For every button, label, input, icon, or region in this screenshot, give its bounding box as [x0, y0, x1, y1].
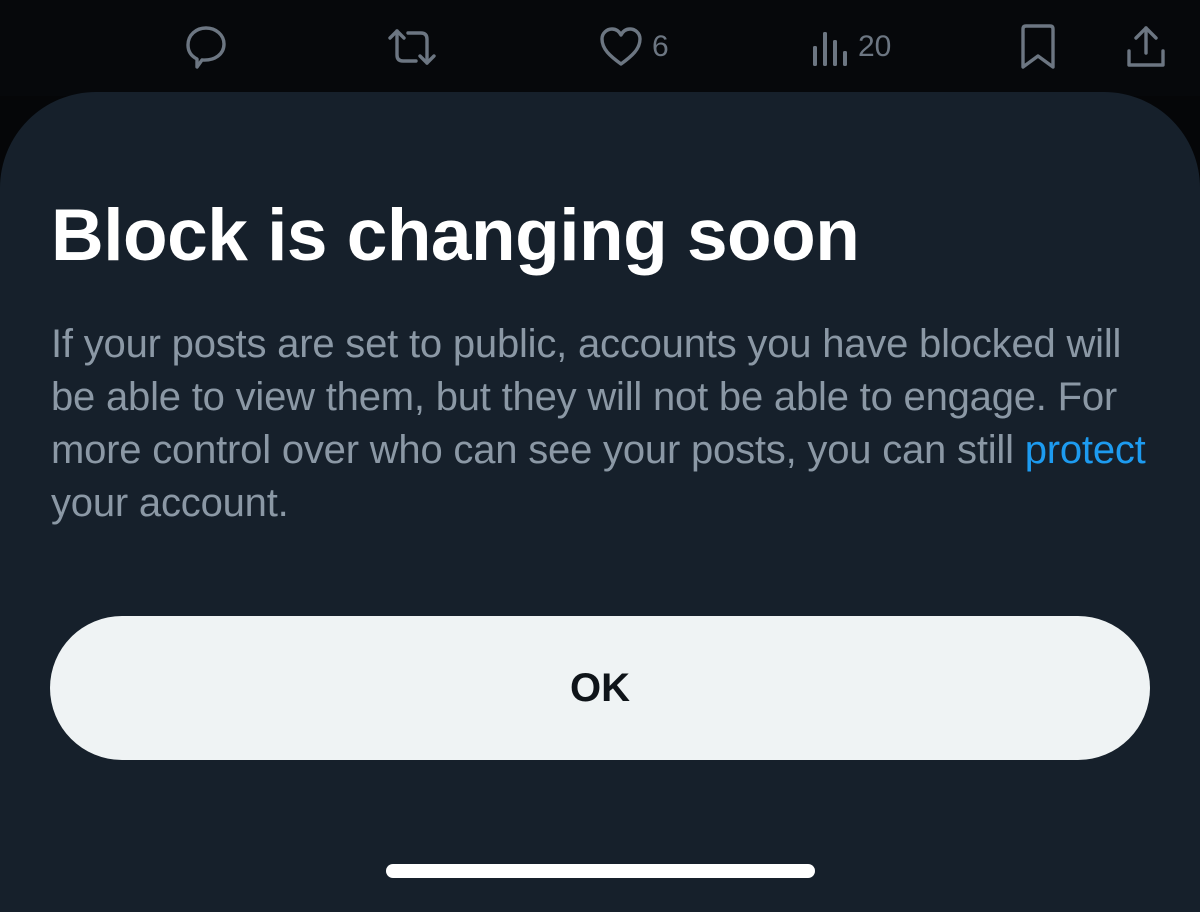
dialog-message-text-end: your account.	[51, 481, 289, 525]
share-button[interactable]	[1124, 22, 1168, 72]
heart-icon	[598, 24, 644, 70]
dialog-title: Block is changing soon	[51, 195, 860, 276]
reply-button[interactable]	[182, 22, 230, 72]
protect-link[interactable]: protect	[1025, 428, 1146, 472]
like-button[interactable]: 6	[598, 22, 669, 72]
share-icon	[1124, 23, 1168, 71]
analytics-icon	[810, 24, 850, 70]
dialog-message-text: If your posts are set to public, account…	[51, 322, 1122, 472]
repost-icon	[386, 23, 438, 71]
like-count: 6	[652, 30, 669, 63]
bookmark-button[interactable]	[1018, 22, 1058, 72]
ok-button[interactable]: OK	[50, 616, 1150, 760]
reply-icon	[182, 23, 230, 71]
home-indicator	[386, 864, 815, 878]
bookmark-icon	[1018, 23, 1058, 71]
dialog-message: If your posts are set to public, account…	[51, 318, 1161, 530]
post-action-bar: 6 20	[0, 0, 1200, 96]
views-count: 20	[858, 30, 892, 63]
views-button[interactable]: 20	[810, 22, 891, 72]
repost-button[interactable]	[386, 22, 438, 72]
